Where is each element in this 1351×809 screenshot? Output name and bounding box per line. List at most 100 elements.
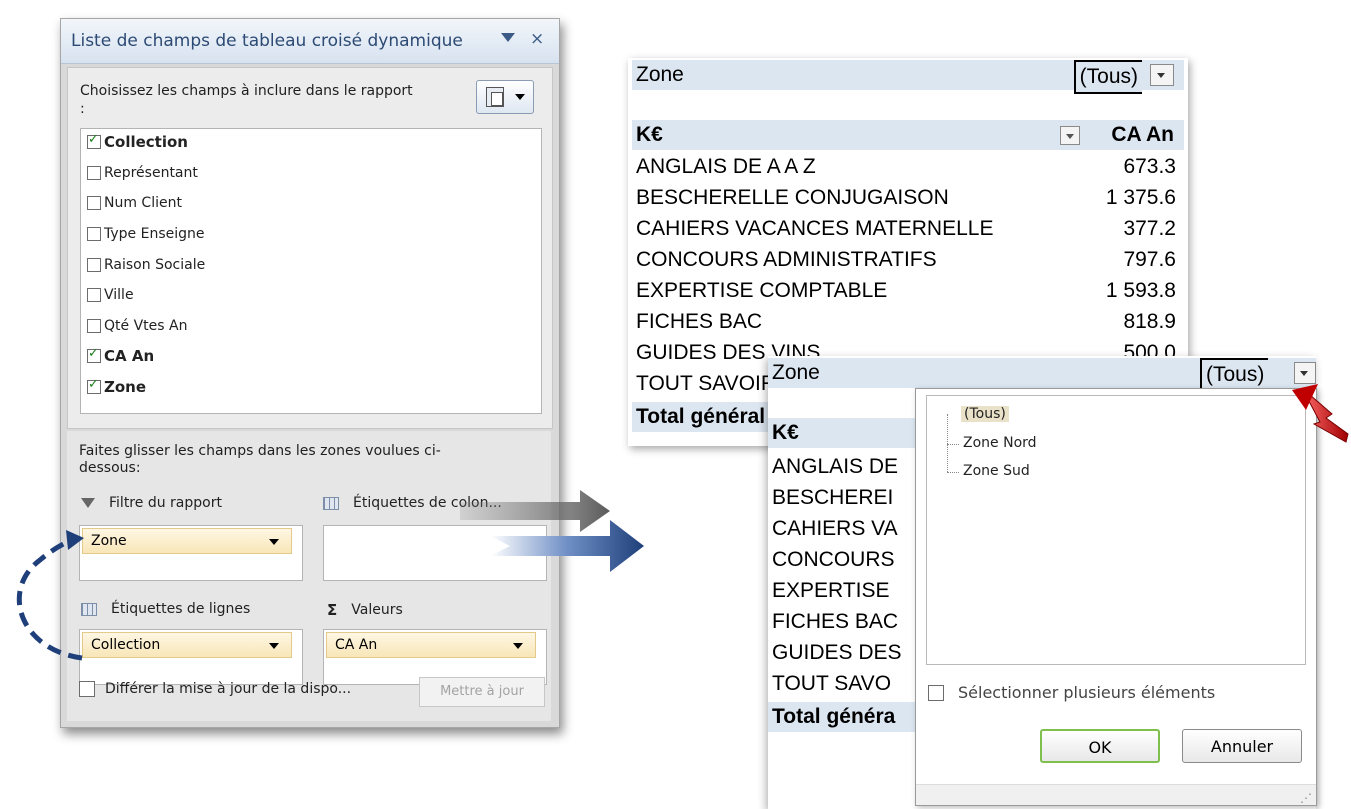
- table-row: CONCOURS: [772, 548, 895, 571]
- field-item-type-enseigne[interactable]: Type Enseigne: [87, 223, 205, 245]
- pane-titlebar: Liste de champs de tableau croisé dynami…: [61, 19, 559, 64]
- row-value: 1 375.6: [1105, 186, 1176, 209]
- filter-dropdown-button[interactable]: [1294, 362, 1316, 384]
- value-field-pill-ca-an[interactable]: CA An: [326, 632, 536, 658]
- checkbox[interactable]: [87, 377, 101, 394]
- table-row: ANGLAIS DE: [772, 455, 899, 478]
- table-row: CAHIERS VACANCES MATERNELLE 377.2: [632, 214, 1184, 244]
- table-row: BESCHEREI: [772, 486, 894, 509]
- column-header: CA An: [1111, 123, 1174, 146]
- row-labels-dropdown-button[interactable]: [1060, 126, 1080, 145]
- defer-update-option[interactable]: Différer la mise à jour de la dispo...: [79, 681, 351, 697]
- header-row: K€: [768, 418, 918, 448]
- ok-button[interactable]: OK: [1040, 729, 1160, 763]
- filter-field-label: Zone: [772, 361, 820, 384]
- table-row: FICHES BAC 818.9: [632, 307, 1184, 337]
- checkbox[interactable]: [87, 288, 101, 302]
- chevron-down-icon[interactable]: [269, 643, 279, 649]
- row-label: BESCHERELLE CONJUGAISON: [636, 186, 949, 209]
- field-section: Choisissez les champs à inclure dans le …: [67, 67, 553, 429]
- checkbox[interactable]: [87, 166, 101, 180]
- field-item-num-client[interactable]: Num Client: [87, 192, 182, 214]
- field-item-ville[interactable]: Ville: [87, 284, 134, 306]
- row-label: CAHIERS VACANCES MATERNELLE: [636, 217, 994, 240]
- resize-grip-icon[interactable]: [916, 784, 1316, 805]
- row-value: 1 593.8: [1105, 279, 1176, 302]
- tree-connector: [947, 472, 959, 473]
- checkbox[interactable]: [87, 227, 101, 241]
- report-filter-row: Zone (Tous): [632, 60, 1184, 94]
- close-icon[interactable]: ×: [530, 29, 544, 49]
- chevron-down-icon: [515, 94, 525, 100]
- filter-item-all[interactable]: (Tous): [961, 406, 1009, 422]
- field-item-ca-an[interactable]: CA An: [87, 345, 154, 367]
- pill-label: CA An: [335, 637, 378, 653]
- field-item-raison-sociale[interactable]: Raison Sociale: [87, 254, 205, 276]
- table-row: GUIDES DES: [772, 641, 902, 664]
- table-row: BESCHERELLE CONJUGAISON 1 375.6: [632, 183, 1184, 213]
- filter-field-label: Zone: [636, 63, 684, 86]
- row-header: K€: [636, 123, 663, 146]
- field-label: Raison Sociale: [104, 257, 206, 273]
- select-multiple-checkbox[interactable]: [928, 684, 944, 701]
- table-row: FICHES BAC: [772, 610, 899, 633]
- select-multiple-label: Sélectionner plusieurs éléments: [958, 683, 1216, 702]
- row-label: TOUT SAVOIR: [636, 372, 777, 395]
- report-filter-dropzone[interactable]: Zone: [79, 525, 303, 581]
- sigma-icon: Σ: [327, 601, 338, 619]
- field-label: Num Client: [104, 195, 182, 211]
- select-multiple-option[interactable]: Sélectionner plusieurs éléments: [928, 683, 1215, 702]
- chevron-down-icon[interactable]: [513, 643, 523, 649]
- row-labels-dropzone[interactable]: Collection: [79, 629, 303, 685]
- pane-title: Liste de champs de tableau croisé dynami…: [71, 31, 463, 51]
- field-label: Ville: [104, 287, 134, 303]
- pane-options-chevron-down-icon[interactable]: [501, 33, 515, 42]
- filter-dropdown-popup: (Tous) Zone Nord Zone Sud Sélectionner p…: [915, 388, 1317, 806]
- field-item-zone[interactable]: Zone: [87, 376, 146, 398]
- table-row: EXPERTISE: [772, 579, 890, 602]
- update-button[interactable]: Mettre à jour: [419, 677, 545, 707]
- grand-total-label: Total généra: [772, 705, 896, 728]
- field-label: CA An: [104, 347, 155, 365]
- filter-item-zone-nord[interactable]: Zone Nord: [963, 435, 1037, 451]
- row-labels-text: Étiquettes de lignes: [111, 601, 251, 617]
- dashed-curved-arrow-icon: [16, 530, 84, 661]
- table-row: EXPERTISE COMPTABLE 1 593.8: [632, 276, 1184, 306]
- values-text: Valeurs: [351, 602, 403, 618]
- field-item-collection[interactable]: Collection: [87, 131, 188, 153]
- checkbox[interactable]: [87, 319, 101, 333]
- filter-items-tree: (Tous) Zone Nord Zone Sud: [926, 395, 1306, 665]
- checkbox[interactable]: [87, 258, 101, 272]
- field-item-qte-vtes-an[interactable]: Qté Vtes An: [87, 315, 187, 337]
- header-row: K€ CA An: [632, 120, 1184, 150]
- checkbox[interactable]: [87, 196, 101, 210]
- filter-value: (Tous): [1073, 60, 1142, 94]
- fields-prompt: Choisissez les champs à inclure dans le …: [80, 83, 413, 117]
- filter-dropdown-button[interactable]: [1150, 64, 1174, 86]
- cancel-button[interactable]: Annuler: [1182, 729, 1302, 763]
- report-filter-row: Zone (Tous): [768, 358, 1316, 392]
- drag-prompt: Faites glisser les champs dans les zones…: [79, 443, 441, 476]
- defer-label: Différer la mise à jour de la dispo...: [105, 681, 352, 697]
- filter-field-pill-zone[interactable]: Zone: [82, 528, 292, 554]
- table-row: CONCOURS ADMINISTRATIFS 797.6: [632, 245, 1184, 275]
- filter-icon: [81, 498, 95, 508]
- checkbox[interactable]: [87, 346, 101, 363]
- row-field-pill-collection[interactable]: Collection: [82, 632, 292, 658]
- row-label: EXPERTISE COMPTABLE: [636, 279, 888, 302]
- tree-connector: [947, 414, 948, 472]
- grand-total-label: Total général: [636, 405, 766, 428]
- table-row: CAHIERS VA: [772, 517, 898, 540]
- row-value: 797.6: [1123, 248, 1176, 271]
- chevron-down-icon[interactable]: [269, 539, 279, 545]
- pivot-field-list-pane: Liste de champs de tableau croisé dynami…: [60, 18, 560, 728]
- field-item-representant[interactable]: Représentant: [87, 162, 198, 184]
- layout-button[interactable]: [476, 80, 534, 114]
- filter-item-zone-sud[interactable]: Zone Sud: [963, 463, 1030, 479]
- checkbox[interactable]: [87, 132, 101, 149]
- row-value: 377.2: [1123, 217, 1176, 240]
- defer-checkbox[interactable]: [79, 681, 95, 697]
- row-label: FICHES BAC: [636, 310, 763, 333]
- field-label: Collection: [104, 133, 188, 151]
- report-filter-text: Filtre du rapport: [109, 495, 222, 511]
